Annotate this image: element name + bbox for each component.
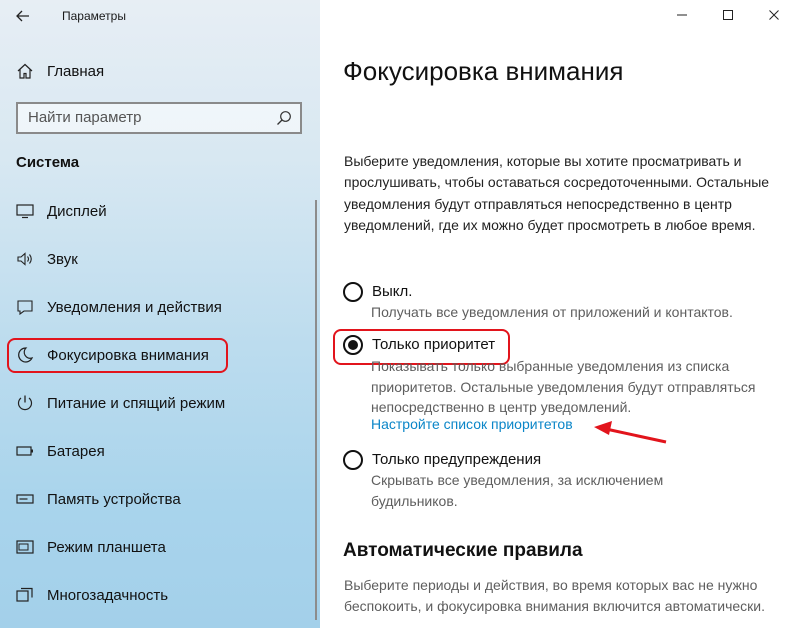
radio-desc-priority-only: Показывать только выбранные уведомления …: [371, 358, 756, 415]
window-controls: [659, 0, 797, 30]
power-icon: [15, 393, 35, 413]
nav-home[interactable]: Главная: [0, 55, 320, 87]
back-button[interactable]: [8, 2, 38, 30]
title-bar: Параметры: [0, 0, 320, 32]
radio-label-priority-only: Только приоритет: [372, 336, 496, 353]
minimize-button[interactable]: [659, 0, 705, 30]
radio-option-off[interactable]: Выкл.: [343, 282, 412, 302]
section-title-system: Система: [16, 154, 80, 171]
radio-button-priority-only[interactable]: [343, 335, 363, 355]
storage-icon: [15, 489, 35, 509]
sidebar-item-power[interactable]: Питание и спящий режим: [0, 379, 320, 427]
search-input[interactable]: [28, 109, 268, 126]
sidebar: Параметры Главная Система: [0, 0, 320, 628]
nav-home-label: Главная: [47, 62, 105, 80]
radio-desc-off: Получать все уведомления от приложений и…: [371, 304, 733, 320]
radio-checked-dot: [348, 340, 358, 350]
automatic-rules-description: Выберите периоды и действия, во время ко…: [344, 577, 766, 614]
notifications-icon: [15, 297, 35, 317]
close-button[interactable]: [751, 0, 797, 30]
content-pane: Фокусировка внимания Выберите уведомлени…: [320, 0, 797, 628]
annotation-highlight-selected-item: [7, 338, 228, 373]
sidebar-item-battery[interactable]: Батарея: [0, 427, 320, 475]
customize-priority-list-link[interactable]: Настройте список приоритетов: [371, 416, 573, 432]
multitasking-icon: [15, 585, 35, 605]
radio-option-alarms-only[interactable]: Только предупреждения: [343, 450, 541, 470]
sidebar-item-notifications[interactable]: Уведомления и действия: [0, 283, 320, 331]
sidebar-item-label: Звук: [47, 250, 78, 268]
radio-option-priority-only[interactable]: Только приоритет: [343, 335, 495, 355]
settings-window: Параметры Главная Система: [0, 0, 797, 628]
page-description: Выберите уведомления, которые вы хотите …: [344, 153, 770, 234]
sidebar-item-label: Питание и спящий режим: [47, 394, 226, 412]
sidebar-item-label: Многозадачность: [47, 586, 169, 604]
page-title: Фокусировка внимания: [343, 56, 624, 86]
radio-label-alarms-only: Только предупреждения: [372, 451, 542, 468]
maximize-icon: [723, 10, 733, 20]
radio-button-off[interactable]: [343, 282, 363, 302]
sidebar-scrollbar[interactable]: [315, 200, 317, 620]
sidebar-item-label: Режим планшета: [47, 538, 166, 556]
sidebar-item-label: Батарея: [47, 442, 105, 460]
nav-list: Дисплей Звук Уведомления и действия Фоку…: [0, 187, 320, 619]
tablet-icon: [15, 537, 35, 557]
sound-icon: [15, 249, 35, 269]
app-title: Параметры: [62, 9, 126, 23]
back-arrow-icon: [16, 10, 29, 22]
sidebar-item-display[interactable]: Дисплей: [0, 187, 320, 235]
radio-button-alarms-only[interactable]: [343, 450, 363, 470]
sidebar-item-label: Память устройства: [47, 490, 181, 508]
display-icon: [15, 201, 35, 221]
sidebar-item-sound[interactable]: Звук: [0, 235, 320, 283]
annotation-arrow-icon: [594, 421, 667, 444]
search-box[interactable]: [16, 102, 302, 134]
sidebar-item-label: Дисплей: [47, 202, 107, 220]
sidebar-item-tablet-mode[interactable]: Режим планшета: [0, 523, 320, 571]
close-icon: [769, 10, 779, 20]
sidebar-item-label: Уведомления и действия: [47, 298, 222, 316]
radio-desc-alarms-only: Скрывать все уведомления, за исключением…: [371, 472, 664, 509]
radio-label-off: Выкл.: [372, 283, 413, 300]
minimize-icon: [677, 14, 687, 16]
automatic-rules-title: Автоматические правила: [343, 540, 583, 561]
sidebar-item-storage[interactable]: Память устройства: [0, 475, 320, 523]
home-icon: [15, 61, 35, 81]
battery-icon: [15, 441, 35, 461]
sidebar-item-multitasking[interactable]: Многозадачность: [0, 571, 320, 619]
search-icon[interactable]: [276, 110, 294, 128]
maximize-button[interactable]: [705, 0, 751, 30]
